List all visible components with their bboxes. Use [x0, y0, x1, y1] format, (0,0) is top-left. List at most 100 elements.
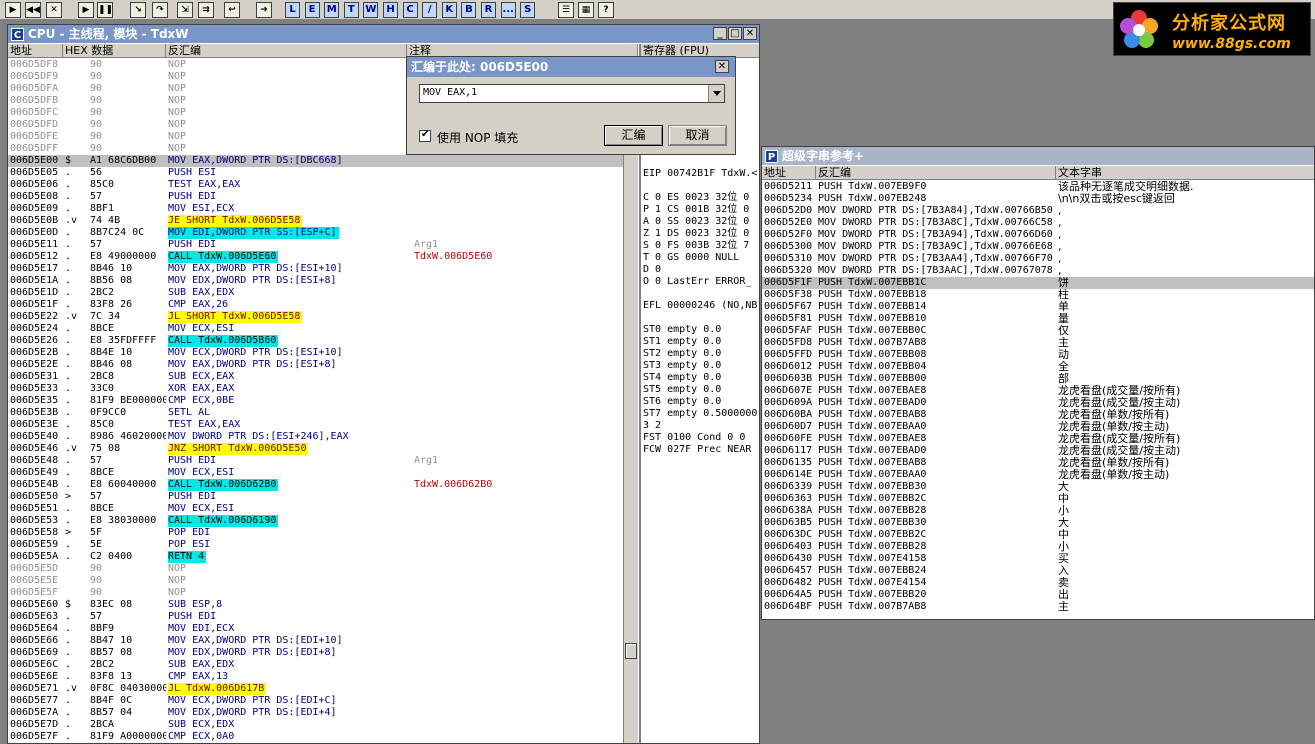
disasm-row[interactable]: 006D5E6E. 83F8 13 CMP EAX,13 — [8, 671, 623, 683]
register-line[interactable]: P 1 CS 001B 32位 0 — [643, 204, 759, 216]
string-ref-row[interactable]: 006D60FE PUSH TdxW.007EBAE8 龙虎看盘(成交量/按所有) — [762, 433, 1314, 445]
string-ref-row[interactable]: 006D6482 PUSH TdxW.007E4154 卖 — [762, 577, 1314, 589]
disasm-row[interactable]: 006D5E71 .v 0F8C 04030000 JL TdxW.006D617B — [8, 683, 623, 695]
toolbar-btn-10[interactable]: R — [481, 2, 496, 18]
toolbar-btn-1[interactable]: E — [304, 2, 320, 18]
disasm-row[interactable]: 006D5E3B. 0F9CC0 SETL AL — [8, 407, 623, 419]
register-line[interactable]: 3 2 — [643, 420, 759, 432]
trace-over-icon[interactable]: ⇉ — [198, 2, 214, 18]
toolbar-btn-9[interactable]: B — [461, 2, 477, 18]
nop-fill-checkbox[interactable]: ✔ — [419, 129, 431, 142]
disasm-row[interactable]: 006D5E12. E8 49000000 CALL TdxW.006D5E60 Td… — [8, 251, 623, 263]
disasm-row[interactable]: 006D5E11. 57 PUSH EDI Arg1 — [8, 239, 623, 251]
string-ref-row[interactable]: 006D603B PUSH TdxW.007EBB00 部 — [762, 373, 1314, 385]
disasm-row[interactable]: 006D5E3E. 85C0 TEST EAX,EAX — [8, 419, 623, 431]
string-ref-row[interactable]: 006D6012 PUSH TdxW.007EBB04 全 — [762, 361, 1314, 373]
register-line[interactable]: A 0 SS 0023 32位 0 — [643, 216, 759, 228]
string-ref-row[interactable]: 006D5FAF PUSH TdxW.007EBB0C 仅 — [762, 325, 1314, 337]
register-line[interactable]: ST7 empty 0.5000000 — [643, 408, 759, 420]
register-line[interactable] — [643, 156, 759, 168]
string-ref-row[interactable]: 006D5320 MOV DWORD PTR DS:[7B3AAC],TdxW.0… — [762, 265, 1314, 277]
disasm-pane[interactable]: 006D5DF8 90 NOP 006D5DF9 90 NOP 006D5DFA 90 NOP 0… — [8, 59, 623, 743]
disasm-row[interactable]: 006D5E48. 57 PUSH EDI Arg1 — [8, 455, 623, 467]
disasm-row[interactable]: 006D5E59. 5E POP ESI — [8, 539, 623, 551]
string-ref-row[interactable]: 006D6135 PUSH TdxW.007EBAB8 龙虎看盘(单数/按所有) — [762, 457, 1314, 469]
disasm-row[interactable]: 006D5E0D. 8B7C24 0C MOV EDI,DWORD PTR SS:[… — [8, 227, 623, 239]
disasm-row[interactable]: 006D5E53. E8 38030000 CALL TdxW.006D6190 — [8, 515, 623, 527]
grid-icon[interactable]: ▦ — [578, 2, 594, 18]
string-ref-row[interactable]: 006D6457 PUSH TdxW.007EBB24 入 — [762, 565, 1314, 577]
close-icon[interactable]: ✕ — [46, 2, 62, 18]
disasm-row[interactable]: 006D5E4B. E8 60040000 CALL TdxW.006D62B0 Td… — [8, 479, 623, 491]
disasm-row[interactable]: 006D5E51. 8BCE MOV ECX,ESI — [8, 503, 623, 515]
rewind-icon[interactable]: ◀◀ — [25, 2, 41, 18]
register-line[interactable]: T 0 GS 0000 NULL — [643, 252, 759, 264]
step-into-icon[interactable]: ↘ — [130, 2, 146, 18]
disasm-row[interactable]: 006D5E5F 90 NOP — [8, 587, 623, 599]
disasm-row[interactable]: 006D5E6C. 2BC2 SUB EAX,EDX — [8, 659, 623, 671]
disasm-row[interactable]: 006D5E63. 57 PUSH EDI — [8, 611, 623, 623]
cancel-button[interactable]: 取消 — [668, 125, 727, 146]
toolbar-btn-3[interactable]: T — [343, 2, 359, 18]
disasm-row[interactable]: 006D5E49. 8BCE MOV ECX,ESI — [8, 467, 623, 479]
trace-into-icon[interactable]: ⇲ — [177, 2, 193, 18]
run-icon[interactable]: ▶ — [78, 2, 94, 18]
string-ref-row[interactable]: 006D638A PUSH TdxW.007EBB28 小 — [762, 505, 1314, 517]
step-over-icon[interactable]: ↷ — [152, 2, 168, 18]
register-line[interactable] — [643, 180, 759, 192]
toolbar-btn-0[interactable]: L — [285, 2, 300, 18]
disasm-row[interactable]: 006D5E5A. C2 0400 RETN 4 — [8, 551, 623, 563]
list-icon[interactable]: ☰ — [558, 2, 574, 18]
disasm-scrollbar[interactable] — [623, 59, 638, 743]
string-ref-row[interactable]: 006D63DC PUSH TdxW.007EBB2C 中 — [762, 529, 1314, 541]
disasm-row[interactable]: 006D5E09. 8BF1 MOV ESI,ECX — [8, 203, 623, 215]
string-ref-row[interactable]: 006D6430 PUSH TdxW.007E4158 买 — [762, 553, 1314, 565]
disasm-row[interactable]: 006D5E2B. 8B4E 10 MOV ECX,DWORD PTR DS:[ES… — [8, 347, 623, 359]
string-ref-row[interactable]: 006D5FFD PUSH TdxW.007EBB08 动 — [762, 349, 1314, 361]
string-ref-row[interactable]: 006D6339 PUSH TdxW.007EBB30 大 — [762, 481, 1314, 493]
disasm-row[interactable]: 006D5E1D. 2BC2 SUB EAX,EDX — [8, 287, 623, 299]
disasm-row[interactable]: 006D5E1A. 8B56 08 MOV EDX,DWORD PTR DS:[ES… — [8, 275, 623, 287]
register-line[interactable]: C 0 ES 0023 32位 0 — [643, 192, 759, 204]
disasm-row[interactable]: 006D5E1F. 83F8 26 CMP EAX,26 — [8, 299, 623, 311]
string-ref-row[interactable]: 006D60BA PUSH TdxW.007EBAB8 龙虎看盘(单数/按所有) — [762, 409, 1314, 421]
disasm-row[interactable]: 006D5E40. 8986 46020000 MOV DWORD PTR DS:[… — [8, 431, 623, 443]
disasm-row[interactable]: 006D5E58 >5F POP EDI — [8, 527, 623, 539]
string-ref-row[interactable]: 006D52E0 MOV DWORD PTR DS:[7B3A8C],TdxW.0… — [762, 217, 1314, 229]
sr-header-disasm[interactable]: 反汇编 — [816, 166, 1056, 180]
register-line[interactable]: ST2 empty 0.0 — [643, 348, 759, 360]
disasm-row[interactable]: 006D5E46 .v 75 08 JNZ SHORT TdxW.006D5E50 — [8, 443, 623, 455]
register-line[interactable]: EFL 00000246 (NO,NB — [643, 300, 759, 312]
sr-header-text[interactable]: 文本字串 — [1056, 166, 1314, 180]
disasm-row[interactable]: 006D5E2E. 8B46 08 MOV EAX,DWORD PTR DS:[ES… — [8, 359, 623, 371]
string-ref-row[interactable]: 006D5F67 PUSH TdxW.007EBB14 单 — [762, 301, 1314, 313]
maximize-button[interactable]: □ — [728, 27, 742, 40]
string-ref-row[interactable]: 006D6117 PUSH TdxW.007EBAD0 龙虎看盘(成交量/按主动) — [762, 445, 1314, 457]
register-line[interactable]: ST1 empty 0.0 — [643, 336, 759, 348]
register-line[interactable]: ST5 empty 0.0 — [643, 384, 759, 396]
string-ref-row[interactable]: 006D609A PUSH TdxW.007EBAD0 龙虎看盘(成交量/按主动) — [762, 397, 1314, 409]
pause-icon[interactable]: ❚❚ — [97, 2, 113, 18]
string-ref-row[interactable]: 006D5300 MOV DWORD PTR DS:[7B3A9C],TdxW.0… — [762, 241, 1314, 253]
disasm-row[interactable]: 006D5E7F. 81F9 A0000000 CMP ECX,0A0 — [8, 731, 623, 743]
register-line[interactable]: Z 1 DS 0023 32位 0 — [643, 228, 759, 240]
toolbar-btn-4[interactable]: W — [363, 2, 379, 18]
minimize-button[interactable]: _ — [713, 27, 727, 40]
register-line[interactable]: ST0 empty 0.0 — [643, 324, 759, 336]
string-ref-list[interactable]: 006D5211 PUSH TdxW.007EB9F0 该品种无逐笔成交明细数据. 0… — [762, 181, 1314, 619]
toolbar-btn-11[interactable]: ... — [500, 2, 516, 18]
disasm-row[interactable]: 006D5E08. 57 PUSH EDI — [8, 191, 623, 203]
string-ref-row[interactable]: 006D6363 PUSH TdxW.007EBB2C 中 — [762, 493, 1314, 505]
disasm-row[interactable]: 006D5E7D. 2BCA SUB ECX,EDX — [8, 719, 623, 731]
disasm-row[interactable]: 006D5E35. 81F9 BE000000 CMP ECX,0BE — [8, 395, 623, 407]
disasm-row[interactable]: 006D5E5D 90 NOP — [8, 563, 623, 575]
string-ref-row[interactable]: 006D5F38 PUSH TdxW.007EBB18 柱 — [762, 289, 1314, 301]
string-ref-row[interactable]: 006D64BF PUSH TdxW.007B7AB8 主 — [762, 601, 1314, 613]
scrollbar-thumb[interactable] — [625, 643, 637, 659]
combo-dropdown-button[interactable] — [708, 85, 724, 102]
goto-icon[interactable]: ➜ — [256, 2, 272, 18]
disasm-row[interactable]: 006D5E77. 8B4F 0C MOV ECX,DWORD PTR DS:[ED… — [8, 695, 623, 707]
toolbar-btn-8[interactable]: K — [441, 2, 457, 18]
string-ref-row[interactable]: 006D52F0 MOV DWORD PTR DS:[7B3A94],TdxW.0… — [762, 229, 1314, 241]
dialog-close-button[interactable]: ✕ — [715, 60, 729, 73]
